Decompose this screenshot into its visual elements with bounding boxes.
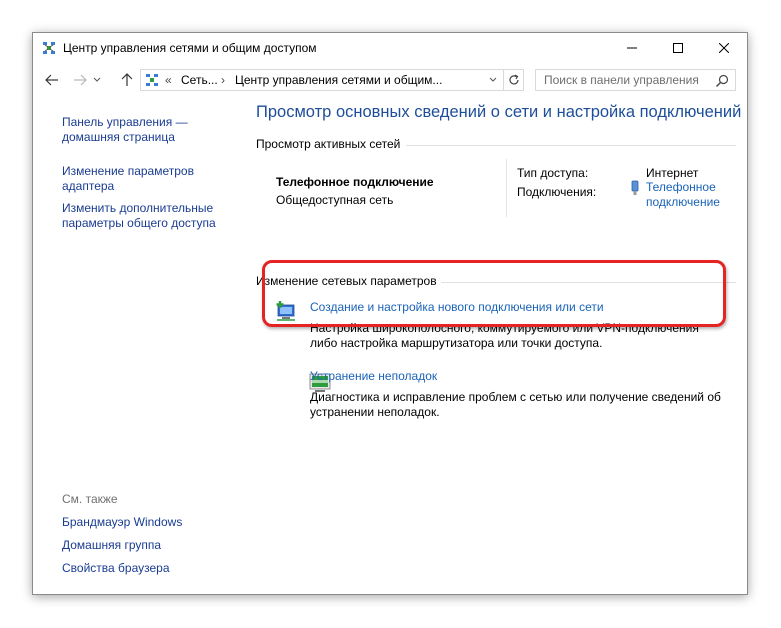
chevron-down-icon xyxy=(489,77,497,82)
search-box[interactable] xyxy=(535,69,736,91)
back-button[interactable] xyxy=(43,71,61,89)
network-center-icon xyxy=(43,42,55,54)
breadcrumb-network-center[interactable]: Центр управления сетями и общим... xyxy=(235,73,442,87)
connections-label: Подключения: xyxy=(517,185,597,199)
arrow-right-icon xyxy=(74,74,87,86)
see-also-homegroup-link[interactable]: Домашняя группа xyxy=(62,538,161,553)
section-divider xyxy=(441,282,736,283)
network-center-icon xyxy=(146,74,158,86)
access-type-value: Интернет xyxy=(646,166,699,180)
breadcrumb-network[interactable]: Сеть... xyxy=(181,73,218,87)
refresh-button[interactable] xyxy=(503,70,524,90)
sidebar: Панель управления — домашняя страница Из… xyxy=(33,103,253,593)
troubleshoot-link[interactable]: Устранение неполадок xyxy=(310,369,437,383)
navigation-bar: « Сеть... › Центр управления сетями и об… xyxy=(33,65,747,95)
up-button[interactable] xyxy=(118,71,136,89)
troubleshoot-description: Диагностика и исправление проблем с сеть… xyxy=(310,390,721,419)
title-bar[interactable]: Центр управления сетями и общим доступом xyxy=(33,33,747,63)
close-button[interactable] xyxy=(701,33,747,63)
breadcrumb-separator[interactable]: › xyxy=(221,73,225,87)
search-input[interactable] xyxy=(536,70,711,90)
chevron-down-icon xyxy=(93,77,101,82)
active-networks-heading: Просмотр активных сетей xyxy=(256,137,401,151)
recent-locations-button[interactable] xyxy=(91,71,103,89)
forward-button[interactable] xyxy=(71,71,89,89)
connection-link[interactable]: Телефонное подключение xyxy=(646,180,720,210)
sidebar-item-adapter-settings[interactable]: Изменение параметров адаптера xyxy=(62,164,194,194)
sidebar-home-link[interactable]: Панель управления — домашняя страница xyxy=(62,115,188,145)
search-icon[interactable] xyxy=(714,73,730,89)
main-content: Просмотр основных сведений о сети и наст… xyxy=(256,103,746,593)
network-name: Телефонное подключение xyxy=(276,175,434,189)
see-also-browser-properties-link[interactable]: Свойства браузера xyxy=(62,561,170,576)
hidden-crumbs-indicator[interactable]: « xyxy=(165,73,172,87)
address-dropdown-button[interactable] xyxy=(485,70,501,90)
dialup-connection-icon xyxy=(631,180,639,195)
section-divider xyxy=(406,145,736,146)
address-bar[interactable]: « Сеть... › Центр управления сетями и об… xyxy=(140,69,524,91)
page-title: Просмотр основных сведений о сети и наст… xyxy=(256,103,742,121)
new-connection-icon xyxy=(276,301,295,321)
network-category: Общедоступная сеть xyxy=(276,193,394,207)
new-connection-link[interactable]: Создание и настройка нового подключения … xyxy=(310,300,604,314)
maximize-button[interactable] xyxy=(655,33,701,63)
new-connection-description: Настройка широкополосного, коммутируемог… xyxy=(310,321,699,350)
window-title: Центр управления сетями и общим доступом xyxy=(63,41,317,55)
arrow-up-icon xyxy=(121,73,133,86)
sidebar-item-sharing-settings[interactable]: Изменить дополнительные параметры общего… xyxy=(62,201,216,231)
refresh-icon xyxy=(509,74,519,85)
change-settings-heading: Изменение сетевых параметров xyxy=(256,274,437,288)
access-type-label: Тип доступа: xyxy=(517,166,589,180)
minimize-icon xyxy=(627,47,637,49)
close-icon xyxy=(719,43,729,53)
control-panel-window: Центр управления сетями и общим доступом xyxy=(32,32,748,595)
arrow-left-icon xyxy=(45,74,58,86)
network-info-divider xyxy=(506,159,507,217)
maximize-icon xyxy=(673,43,683,53)
minimize-button[interactable] xyxy=(609,33,655,63)
see-also-firewall-link[interactable]: Брандмауэр Windows xyxy=(62,515,182,530)
see-also-label: См. также xyxy=(62,492,118,506)
